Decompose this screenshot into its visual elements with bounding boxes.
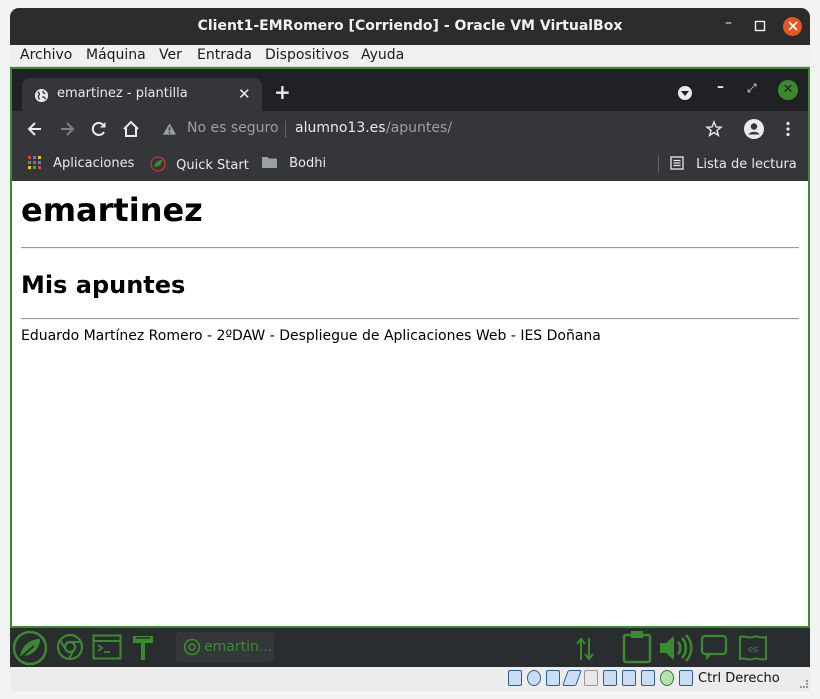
- tab-close-icon[interactable]: ✕: [238, 85, 251, 103]
- browser-tabbar: emartinez - plantilla ✕ + – ⤢ ✕: [12, 69, 808, 111]
- virtualization-icon[interactable]: [660, 670, 674, 686]
- url-host: alumno13.es: [295, 120, 386, 136]
- browser-close-button[interactable]: ✕: [778, 80, 798, 100]
- chat-icon[interactable]: [700, 634, 728, 662]
- taskbar-window-label: emartin...: [204, 639, 273, 655]
- optical-drive-icon[interactable]: [527, 670, 541, 686]
- network-arrows-icon[interactable]: [574, 636, 596, 662]
- bodhi-leaf-icon: [150, 156, 166, 172]
- bookmark-apps[interactable]: Aplicaciones: [28, 156, 134, 171]
- virtualbox-window: Client1-EMRomero [Corriendo] - Oracle VM…: [0, 0, 820, 699]
- window-titlebar[interactable]: Client1-EMRomero [Corriendo] - Oracle VM…: [10, 8, 810, 45]
- guest-screen[interactable]: emartinez - plantilla ✕ + – ⤢ ✕ No es se…: [10, 67, 810, 628]
- terminal-icon[interactable]: [92, 634, 122, 660]
- shared-folders-icon[interactable]: [584, 670, 598, 686]
- bookmarks-separator: [658, 155, 659, 173]
- clipboard-icon[interactable]: [622, 630, 652, 664]
- usb-icon[interactable]: [562, 670, 582, 686]
- bookmark-apps-label: Aplicaciones: [53, 156, 135, 171]
- bookmarks-bar: Aplicaciones Quick Start Bodhi Lista de …: [12, 147, 808, 181]
- guest-taskbar: emartin... es: [10, 628, 810, 667]
- apps-grid-icon: [28, 156, 41, 169]
- page-divider: [21, 318, 799, 320]
- browser-menu-icon[interactable]: [778, 119, 798, 139]
- bookmark-star-icon[interactable]: [704, 119, 724, 139]
- page-subheading: Mis apuntes: [21, 271, 186, 299]
- vbox-menubar: Archivo Máquina Ver Entrada Dispositivos…: [10, 45, 810, 67]
- bodhi-leaf-icon[interactable]: [12, 630, 48, 666]
- folder-icon: [262, 157, 277, 168]
- chrome-icon[interactable]: [56, 633, 84, 661]
- audio-icon[interactable]: [546, 670, 560, 686]
- reading-list-button[interactable]: Lista de lectura: [670, 156, 797, 172]
- menu-ayuda[interactable]: Ayuda: [361, 47, 404, 63]
- window-maximize-button[interactable]: [750, 17, 769, 36]
- forward-icon[interactable]: [57, 119, 77, 139]
- home-icon[interactable]: [121, 119, 141, 139]
- url-path: /apuntes/: [386, 120, 453, 136]
- host-key-label: Ctrl Derecho: [698, 671, 780, 686]
- maximize-icon: [754, 20, 765, 32]
- vbox-statusbar: Ctrl Derecho: [10, 667, 810, 691]
- menu-entrada[interactable]: Entrada: [197, 47, 252, 63]
- page-heading: emartinez: [21, 191, 203, 229]
- window-close-button[interactable]: [783, 17, 802, 36]
- browser-restore-button[interactable]: ⤢: [747, 81, 757, 96]
- bookmark-quick-start[interactable]: Quick Start: [150, 156, 249, 173]
- network-icon[interactable]: [622, 670, 636, 686]
- globe-icon: [34, 88, 49, 103]
- window-minimize-button[interactable]: –: [719, 14, 738, 33]
- network-tools-icon[interactable]: [131, 634, 155, 662]
- keyboard-layout-label: es: [748, 645, 759, 655]
- menu-dispositivos[interactable]: Dispositivos: [265, 47, 349, 63]
- browser-tab[interactable]: emartinez - plantilla ✕: [22, 78, 262, 111]
- tab-title: emartinez - plantilla: [57, 86, 188, 101]
- taskbar-browser-window[interactable]: emartin...: [176, 632, 274, 662]
- new-tab-button[interactable]: +: [274, 80, 291, 104]
- browser-toolbar: No es seguro alumno13.es /apuntes/: [12, 111, 808, 147]
- resize-grip[interactable]: [800, 680, 808, 688]
- close-icon: [787, 21, 798, 31]
- page-content: emartinez Mis apuntes Eduardo Martínez R…: [12, 181, 808, 626]
- back-icon[interactable]: [25, 119, 45, 139]
- display-icon[interactable]: [603, 670, 617, 686]
- profile-avatar-icon[interactable]: [743, 118, 765, 140]
- hard-disk-icon[interactable]: [508, 670, 522, 686]
- bookmark-quick-start-label: Quick Start: [176, 158, 249, 173]
- reload-icon[interactable]: [89, 119, 109, 139]
- menu-maquina[interactable]: Máquina: [86, 47, 146, 63]
- bookmark-folder-label: Bodhi: [289, 156, 327, 171]
- security-label[interactable]: No es seguro: [187, 120, 279, 136]
- volume-icon[interactable]: [658, 632, 694, 664]
- tab-search-icon[interactable]: [678, 86, 692, 100]
- warning-icon[interactable]: [162, 122, 177, 136]
- omnibox-divider: [285, 121, 286, 138]
- window-title: Client1-EMRomero [Corriendo] - Oracle VM…: [197, 18, 623, 34]
- mouse-integration-icon[interactable]: [679, 670, 693, 686]
- menu-archivo[interactable]: Archivo: [20, 47, 72, 63]
- reading-list-icon: [670, 156, 684, 170]
- bookmark-folder-bodhi[interactable]: Bodhi: [262, 156, 326, 171]
- browser-minimize-button[interactable]: –: [717, 79, 724, 95]
- chrome-icon: [183, 638, 201, 656]
- address-bar[interactable]: No es seguro alumno13.es /apuntes/: [157, 115, 717, 143]
- page-divider: [21, 247, 799, 249]
- recording-icon[interactable]: [641, 670, 655, 686]
- menu-ver[interactable]: Ver: [159, 47, 182, 63]
- page-footer-text: Eduardo Martínez Romero - 2ºDAW - Despli…: [21, 328, 601, 344]
- reading-list-label: Lista de lectura: [696, 157, 797, 172]
- keyboard-layout-icon[interactable]: es: [738, 634, 768, 662]
